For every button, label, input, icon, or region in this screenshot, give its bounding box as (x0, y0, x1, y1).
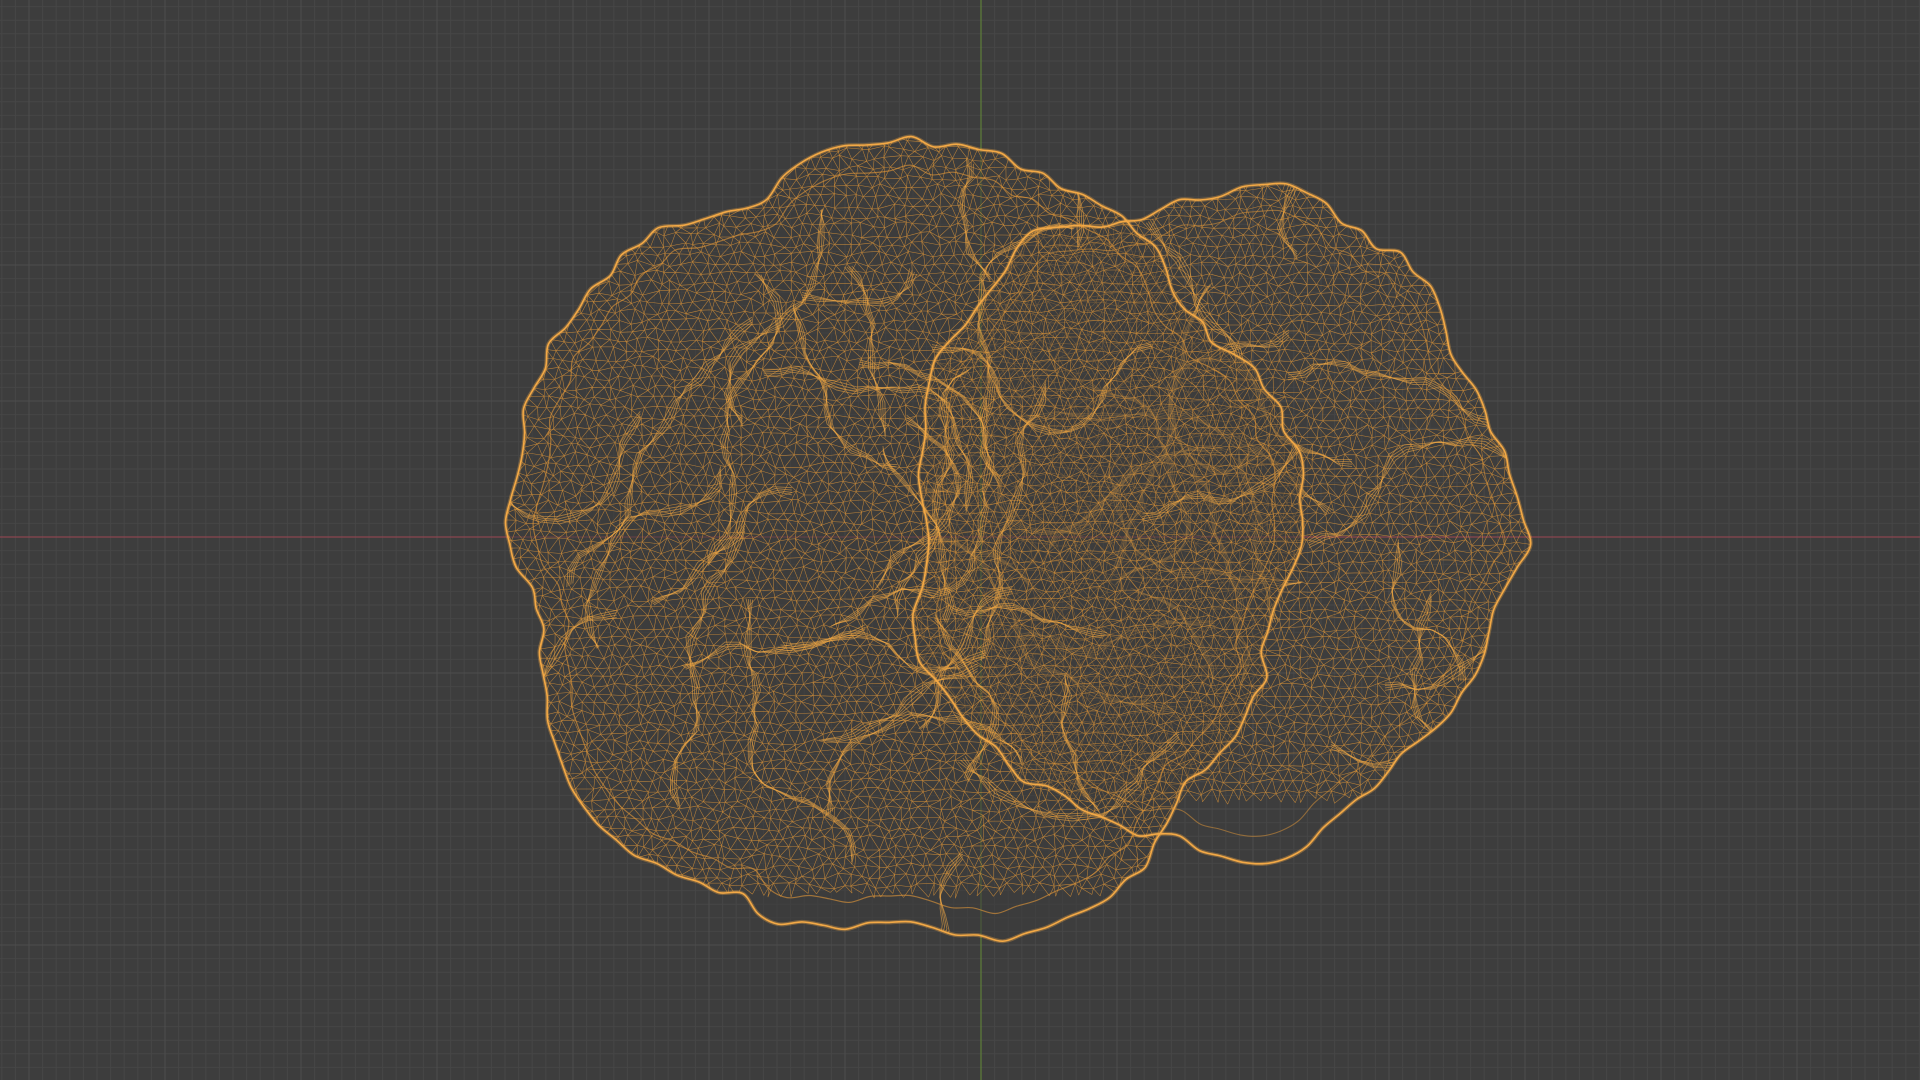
3d-viewport[interactable] (0, 0, 1920, 1080)
viewport-canvas[interactable] (0, 0, 1920, 1080)
